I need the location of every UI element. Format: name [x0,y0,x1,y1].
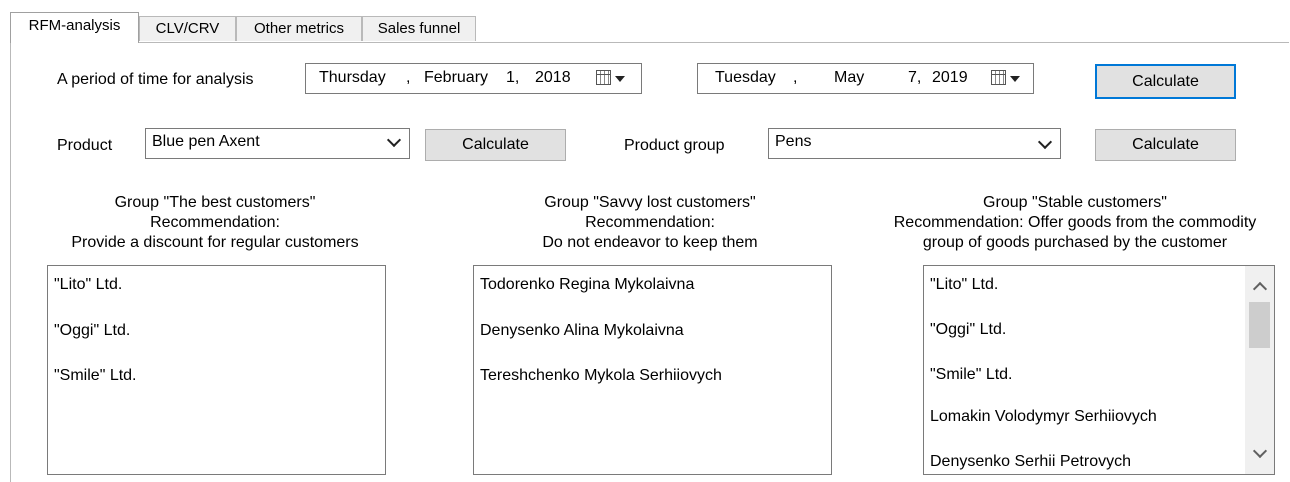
group-stable-caption: Group "Stable customers" Recommendation:… [870,193,1280,253]
group-title: Group "Stable customers" [983,194,1167,211]
group-savvy-lost-caption: Group "Savvy lost customers" Recommendat… [465,193,835,253]
tab-rfm-analysis[interactable]: RFM-analysis [10,12,139,43]
calculate-product-group-button[interactable]: Calculate [1095,129,1236,161]
tab-strip: RFM-analysis CLV/CRV Other metrics Sales… [10,12,1280,43]
dropdown-arrow-icon[interactable] [1010,76,1020,82]
stable-customers-list[interactable]: "Lito" Ltd. "Oggi" Ltd. "Smile" Ltd. Lom… [923,265,1275,475]
list-item[interactable]: "Lito" Ltd. [930,276,998,294]
calendar-icon[interactable] [596,70,611,85]
vertical-scrollbar[interactable] [1245,266,1274,474]
group-recommendation-label: Recommendation: Offer goods from the com… [893,214,1257,231]
date-to-month: May [834,69,865,86]
list-item[interactable]: "Oggi" Ltd. [930,321,1006,339]
product-select[interactable]: Blue pen Axent [145,128,410,159]
list-item[interactable]: Denysenko Serhii Petrovych [930,453,1131,471]
period-label: A period of time for analysis [57,71,254,88]
product-label: Product [57,137,113,154]
group-recommendation-label: Recommendation: [150,214,280,231]
calculate-product-button[interactable]: Calculate [425,129,566,161]
tab-sales-funnel[interactable]: Sales funnel [362,16,476,41]
date-from-month: February [424,69,489,86]
product-group-select[interactable]: Pens [768,128,1061,159]
date-to-picker[interactable]: Tuesday , May 7, 2019 [697,63,1034,94]
product-group-label: Product group [624,137,725,154]
group-title: Group "Savvy lost customers" [544,194,756,211]
list-item[interactable]: Todorenko Regina Mykolaivna [480,276,694,294]
chevron-down-icon[interactable] [386,132,402,148]
list-item[interactable]: "Lito" Ltd. [54,276,122,294]
calculate-period-button[interactable]: Calculate [1095,64,1236,99]
list-item[interactable]: Denysenko Alina Mykolaivna [480,322,684,340]
group-recommendation-label: Recommendation: [585,214,715,231]
date-from-day: 1, [506,69,520,86]
list-item[interactable]: "Smile" Ltd. [54,367,137,385]
date-from-weekday: Thursday [319,69,386,86]
group-title: Group "The best customers" [114,194,316,211]
dropdown-arrow-icon[interactable] [615,76,625,82]
date-from-picker[interactable]: Thursday , February 1, 2018 [305,63,642,94]
tab-other-metrics[interactable]: Other metrics [236,16,362,41]
product-select-value: Blue pen Axent [152,133,260,150]
date-to-day: 7, [908,69,922,86]
tab-clv-crv[interactable]: CLV/CRV [139,16,236,41]
calendar-icon[interactable] [991,70,1006,85]
scrollbar-thumb[interactable] [1249,302,1270,348]
savvy-lost-customers-list[interactable]: Todorenko Regina Mykolaivna Denysenko Al… [473,265,832,475]
list-item[interactable]: Lomakin Volodymyr Serhiiovych [930,408,1157,426]
date-to-weekday: Tuesday [715,69,776,86]
date-from-sep: , [406,69,411,86]
date-to-sep: , [793,69,798,86]
product-group-select-value: Pens [775,133,812,150]
date-to-year: 2019 [932,69,968,86]
group-best-customers-caption: Group "The best customers" Recommendatio… [30,193,400,253]
date-from-year: 2018 [535,69,571,86]
best-customers-list[interactable]: "Lito" Ltd. "Oggi" Ltd. "Smile" Ltd. [47,265,386,475]
chevron-down-icon[interactable] [1037,134,1053,150]
list-item[interactable]: "Oggi" Ltd. [54,322,130,340]
group-recommendation-text: Do not endeavor to keep them [542,234,758,251]
group-recommendation-text: Provide a discount for regular customers [71,234,359,251]
group-recommendation-text: group of goods purchased by the customer [922,234,1228,251]
scroll-up-icon[interactable] [1252,281,1268,297]
list-item[interactable]: Tereshchenko Mykola Serhiiovych [480,367,722,385]
list-item[interactable]: "Smile" Ltd. [930,366,1013,384]
scroll-down-icon[interactable] [1252,443,1268,459]
